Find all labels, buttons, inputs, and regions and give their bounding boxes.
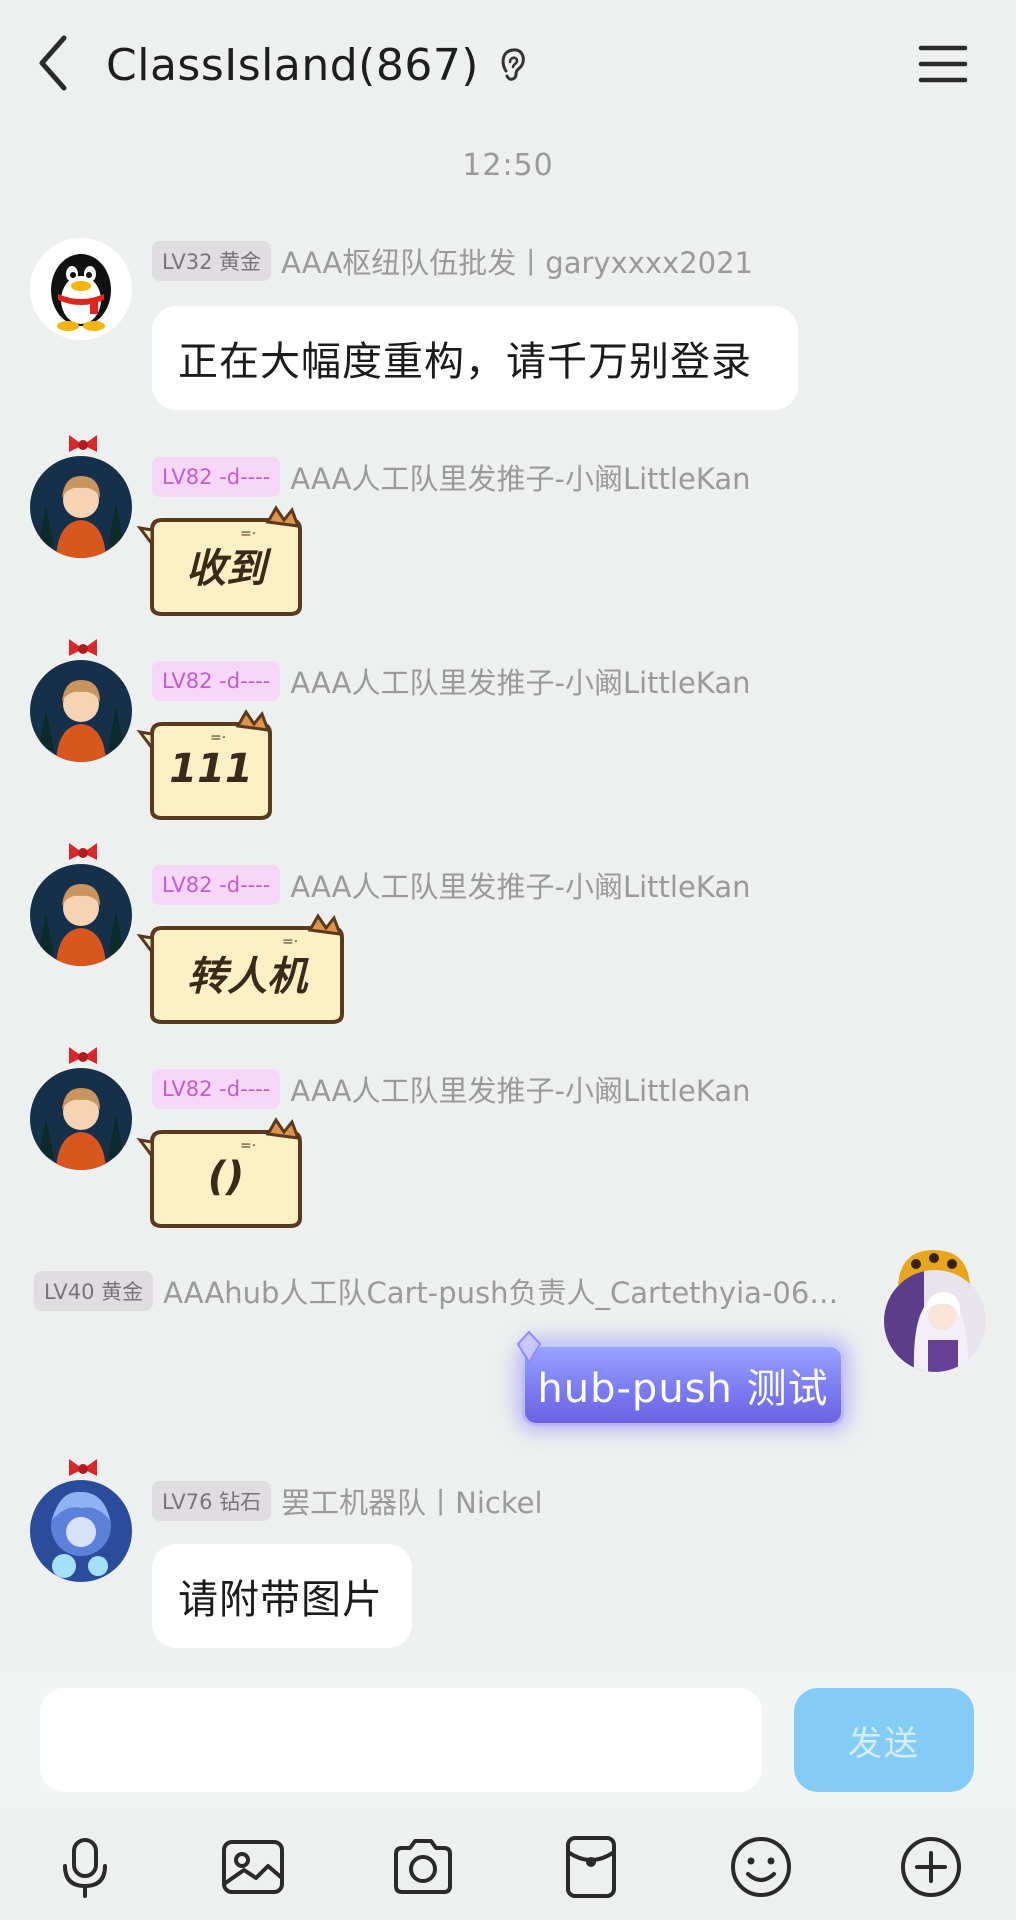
message-item: LV82 -d---- AAA人工队里发推子-小阚LittleKan =· 11… <box>0 636 1016 836</box>
anime-boy-avatar[interactable] <box>30 1068 132 1170</box>
emoji-icon <box>731 1837 791 1897</box>
message-item: LV32 黄金 AAA枢纽队伍批发丨garyxxxx2021 正在大幅度重构，请… <box>0 238 1016 418</box>
hamburger-menu-icon <box>918 45 968 83</box>
message-bubble[interactable]: hub-push 测试 <box>522 1344 844 1426</box>
message-item: LV82 -d---- AAA人工队里发推子-小阚LittleKan =· 转人… <box>0 840 1016 1040</box>
message-bubble[interactable]: 正在大幅度重构，请千万别登录 <box>152 306 798 410</box>
cat-sticker-bubble[interactable]: =· 收到 <box>136 505 312 622</box>
anime-boy-avatar[interactable] <box>30 660 132 762</box>
message-item: LV82 -d---- AAA人工队里发推子-小阚LittleKan =· () <box>0 1044 1016 1244</box>
qq-penguin-avatar[interactable] <box>30 238 132 340</box>
sticker-text: 收到 <box>186 546 266 592</box>
level-badge: LV32 黄金 <box>152 241 272 281</box>
level-badge: LV82 -d---- <box>152 1069 281 1109</box>
chat-header: ClassIsland(867) <box>0 0 1016 130</box>
chat-title: ClassIsland(867) <box>106 39 479 91</box>
bow-decoration-icon <box>69 639 97 656</box>
send-button[interactable]: 发送 <box>794 1688 974 1792</box>
sender-name[interactable]: AAA人工队里发推子-小阚LittleKan <box>290 1068 750 1110</box>
bottom-toolbar <box>0 1808 1016 1920</box>
image-button[interactable] <box>220 1834 286 1900</box>
level-badge: LV82 -d---- <box>152 865 281 905</box>
bow-decoration-icon <box>69 435 97 452</box>
menu-button[interactable] <box>918 42 968 86</box>
cat-sticker-bubble[interactable]: =· 111 <box>136 709 282 826</box>
level-badge: LV82 -d---- <box>152 661 281 701</box>
message-timestamp: 12:50 <box>462 148 554 183</box>
sender-name[interactable]: 罢工机器队丨Nickel <box>281 1480 542 1522</box>
bow-decoration-icon <box>69 843 97 860</box>
back-button[interactable] <box>34 32 74 94</box>
ear-icon <box>501 48 525 81</box>
sender-name[interactable]: AAA人工队里发推子-小阚LittleKan <box>290 456 750 498</box>
message-text: 请附带图片 <box>178 1577 383 1623</box>
message-item: LV40 黄金 AAAhub人工队Cart-push负责人_Cartethyia… <box>0 1246 1016 1436</box>
microphone-icon <box>63 1838 107 1898</box>
chat-title-wrap[interactable]: ClassIsland(867) <box>106 30 529 100</box>
sender-name[interactable]: AAA人工队里发推子-小阚LittleKan <box>290 864 750 906</box>
level-badge: LV76 钻石 <box>152 1481 272 1521</box>
emoji-button[interactable] <box>728 1834 794 1900</box>
level-badge: LV82 -d---- <box>152 457 281 497</box>
bow-decoration-icon <box>69 1047 97 1064</box>
message-text: hub-push 测试 <box>537 1366 829 1412</box>
red-packet-button[interactable] <box>558 1834 624 1900</box>
sender-name[interactable]: AAAhub人工队Cart-push负责人_Cartethyia-06… <box>163 1270 838 1312</box>
anime-boy-avatar[interactable] <box>30 456 132 558</box>
anime-girl-avatar[interactable] <box>884 1270 986 1372</box>
blue-anime-avatar[interactable] <box>30 1480 132 1582</box>
message-bubble[interactable]: 请附带图片 <box>152 1544 412 1648</box>
message-input[interactable] <box>40 1688 762 1792</box>
message-item: LV82 -d---- AAA人工队里发推子-小阚LittleKan =· 收到 <box>0 432 1016 632</box>
plus-icon <box>901 1837 961 1897</box>
plus-button[interactable] <box>898 1834 964 1900</box>
crystal-decoration-icon <box>516 1330 542 1364</box>
image-icon <box>222 1840 284 1894</box>
sticker-text: 111 <box>169 746 253 792</box>
sender-name[interactable]: AAA人工队里发推子-小阚LittleKan <box>290 660 750 702</box>
chevron-left-icon <box>39 35 67 91</box>
microphone-button[interactable] <box>52 1834 118 1900</box>
cat-sticker-bubble[interactable]: =· 转人机 <box>136 913 354 1030</box>
anime-boy-avatar[interactable] <box>30 864 132 966</box>
bow-decoration-icon <box>69 1459 97 1476</box>
sticker-text: 转人机 <box>187 954 307 1000</box>
camera-icon <box>394 1839 452 1894</box>
sticker-text: () <box>207 1154 245 1200</box>
camera-button[interactable] <box>390 1834 456 1900</box>
input-bar: 发送 <box>0 1672 1016 1808</box>
message-item: LV76 钻石 罢工机器队丨Nickel 请附带图片 <box>0 1456 1016 1656</box>
level-badge: LV40 黄金 <box>34 1271 154 1311</box>
red-packet-icon <box>566 1836 616 1898</box>
message-text: 正在大幅度重构，请千万别登录 <box>178 339 752 385</box>
cat-sticker-bubble[interactable]: =· () <box>136 1117 312 1234</box>
sender-name[interactable]: AAA枢纽队伍批发丨garyxxxx2021 <box>281 240 753 282</box>
